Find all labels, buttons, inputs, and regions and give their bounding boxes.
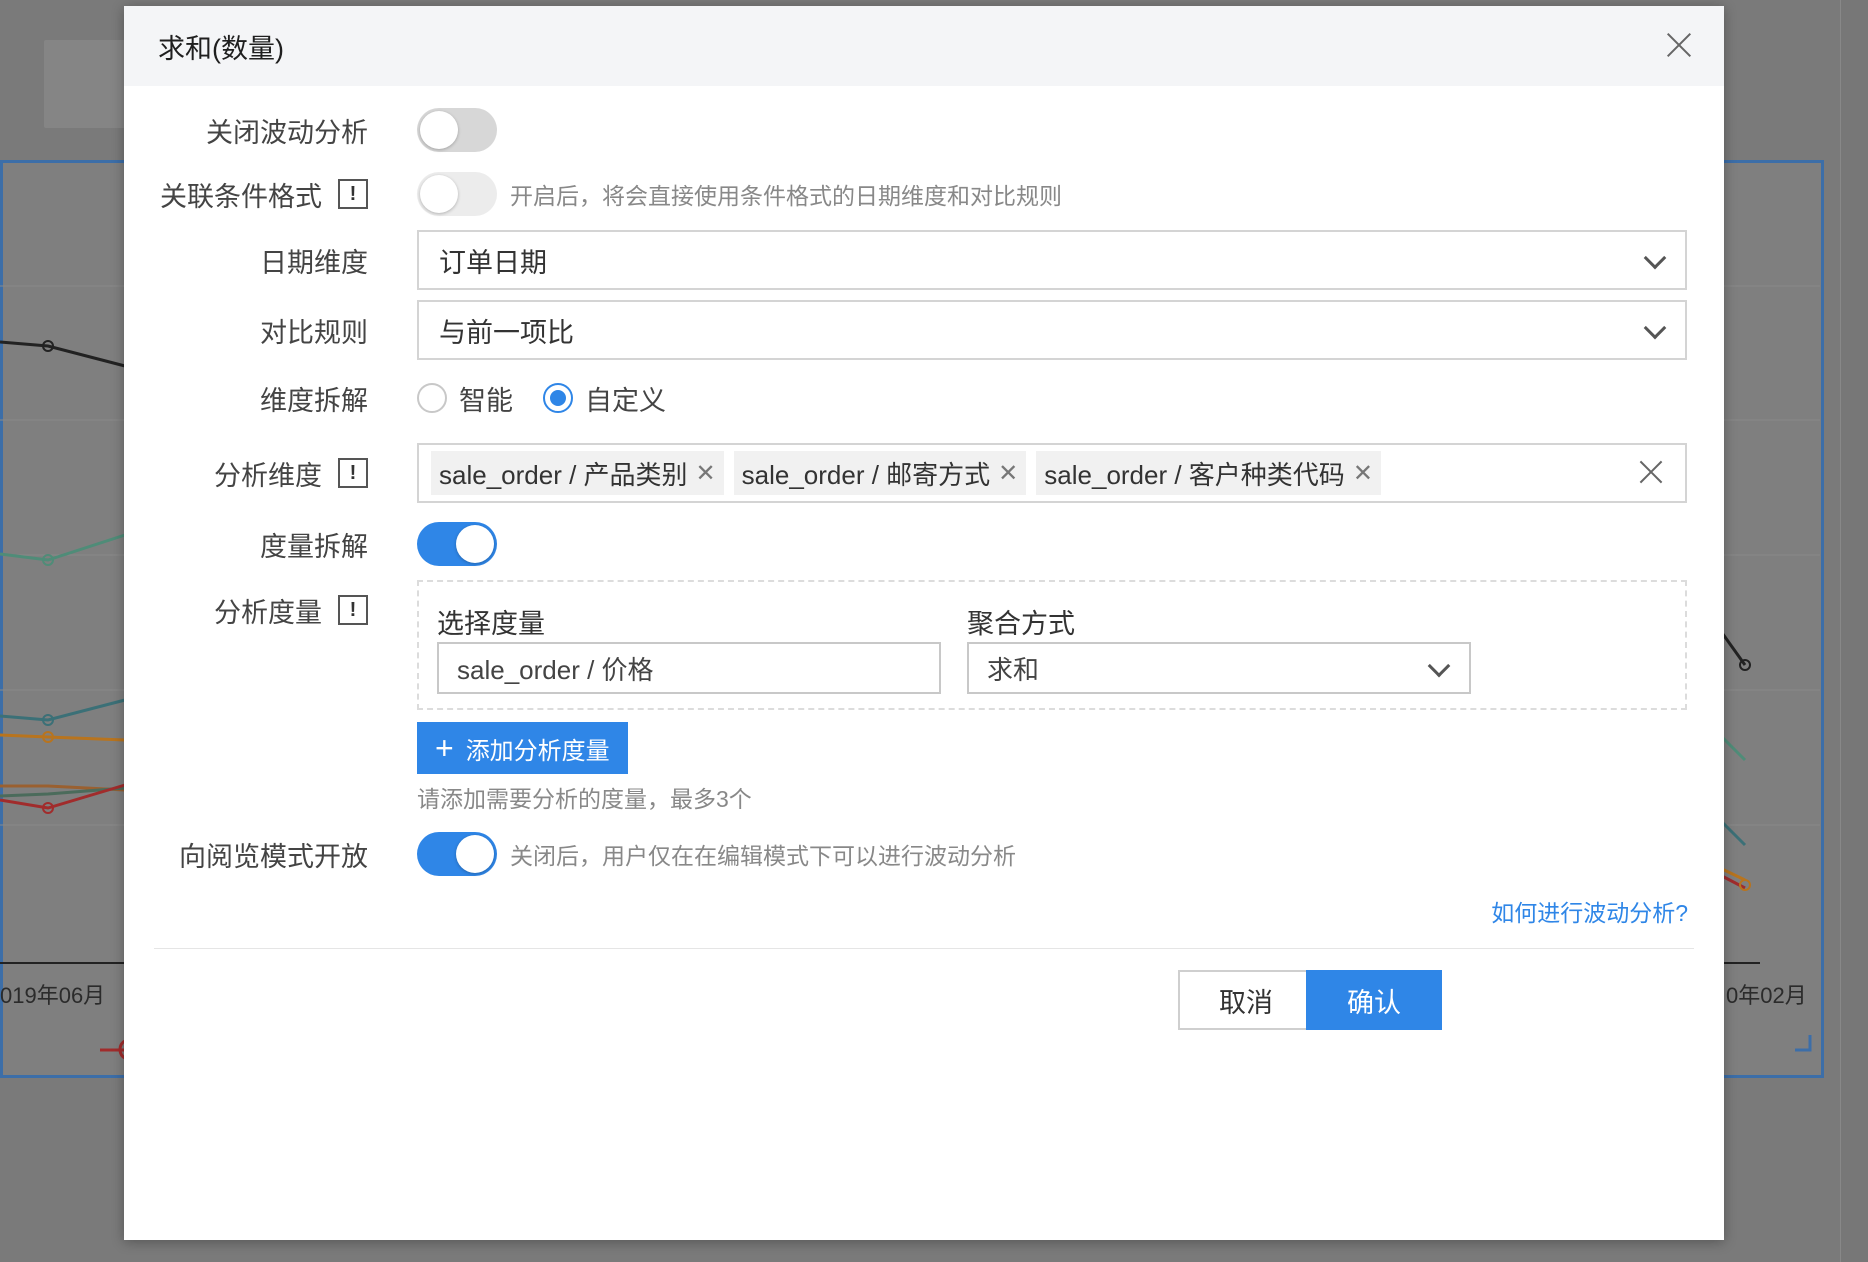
dialog-title: 求和(数量): [158, 33, 284, 64]
toggle-knob: [420, 175, 458, 213]
cancel-button[interactable]: 取消: [1178, 970, 1314, 1030]
link-condition-hint: 开启后，将会直接使用条件格式的日期维度和对比规则: [510, 183, 1062, 209]
chevron-down-icon: [1643, 246, 1667, 270]
aggregation-label: 聚合方式: [967, 609, 1075, 639]
plus-icon: +: [435, 730, 454, 766]
select-measure-label: 选择度量: [437, 609, 545, 639]
toggle-knob: [456, 835, 494, 873]
close-analysis-toggle[interactable]: [417, 108, 497, 152]
link-condition-label-text: 关联条件格式: [160, 181, 322, 212]
confirm-button[interactable]: 确认: [1306, 970, 1442, 1030]
dimension-tag: sale_order / 邮寄方式 ✕: [733, 451, 1027, 495]
date-dimension-value: 订单日期: [439, 247, 547, 278]
row-link-condition: 关联条件格式 ! 开启后，将会直接使用条件格式的日期维度和对比规则: [124, 172, 1724, 216]
compare-rule-select[interactable]: 与前一项比: [417, 300, 1687, 360]
analysis-measure-label-text: 分析度量: [214, 597, 322, 628]
add-measure-button-label: 添加分析度量: [465, 737, 610, 765]
chevron-down-icon: [1643, 316, 1667, 340]
dimension-tag-label: sale_order / 邮寄方式: [741, 459, 991, 490]
compare-rule-label: 对比规则: [260, 317, 368, 348]
open-to-view-toggle[interactable]: [417, 832, 497, 876]
link-condition-label: 关联条件格式 !: [160, 175, 368, 214]
dialog-header: 求和(数量): [124, 6, 1724, 86]
wave-analysis-dialog: 求和(数量) 关闭波动分析 关联条件格式 ! 开启后，将会直接使用条件格式的日期…: [124, 6, 1724, 1240]
row-dim-decompose: 维度拆解 智能 自定义: [124, 376, 1724, 420]
dimension-tag-label: sale_order / 客户种类代码: [1044, 459, 1345, 490]
remove-tag-icon[interactable]: ✕: [696, 459, 716, 488]
row-analysis-dimension: 分析维度 ! sale_order / 产品类别 ✕ sale_order / …: [124, 443, 1724, 503]
add-measure-button[interactable]: + 添加分析度量: [417, 722, 628, 774]
compare-rule-value: 与前一项比: [439, 317, 574, 348]
clear-all-icon[interactable]: [1637, 457, 1665, 487]
date-dimension-select[interactable]: 订单日期: [417, 230, 1687, 290]
dim-decompose-radio-group: 智能 自定义: [417, 379, 666, 418]
measure-hint: 请添加需要分析的度量，最多3个: [417, 786, 752, 812]
toggle-knob: [420, 111, 458, 149]
link-condition-toggle[interactable]: [417, 172, 497, 216]
radio-custom[interactable]: 自定义: [543, 379, 666, 418]
dim-decompose-label: 维度拆解: [260, 385, 368, 416]
open-to-view-label: 向阅览模式开放: [179, 841, 368, 872]
analysis-measure-label: 分析度量 !: [214, 591, 368, 630]
radio-smart[interactable]: 智能: [417, 379, 513, 418]
row-measure-decompose: 度量拆解: [124, 522, 1724, 566]
radio-circle-checked: [543, 383, 573, 413]
measure-config-box: 选择度量 聚合方式 sale_order / 价格 求和: [417, 580, 1687, 710]
measure-decompose-toggle[interactable]: [417, 522, 497, 566]
chevron-down-icon: [1427, 654, 1451, 678]
footer-divider: [154, 948, 1694, 949]
dimension-tag: sale_order / 客户种类代码 ✕: [1036, 451, 1381, 495]
measure-input[interactable]: sale_order / 价格: [437, 642, 941, 694]
measure-decompose-label: 度量拆解: [260, 531, 368, 562]
remove-tag-icon[interactable]: ✕: [1353, 459, 1373, 488]
row-compare-rule: 对比规则 与前一项比: [124, 300, 1724, 360]
info-icon[interactable]: !: [338, 595, 368, 625]
analysis-dimension-multiselect[interactable]: sale_order / 产品类别 ✕ sale_order / 邮寄方式 ✕ …: [417, 443, 1687, 503]
close-icon[interactable]: [1666, 32, 1692, 58]
radio-custom-label: 自定义: [585, 385, 666, 416]
dimension-tag-label: sale_order / 产品类别: [439, 459, 688, 490]
remove-tag-icon[interactable]: ✕: [998, 459, 1018, 488]
analysis-dimension-label-text: 分析维度: [214, 460, 322, 491]
background-x-tick-right: 0年02月: [1726, 983, 1807, 1008]
help-link[interactable]: 如何进行波动分析?: [1491, 894, 1688, 928]
row-date-dimension: 日期维度 订单日期: [124, 230, 1724, 290]
radio-smart-label: 智能: [459, 385, 513, 416]
info-icon[interactable]: !: [338, 179, 368, 209]
toggle-knob: [456, 525, 494, 563]
row-open-to-view: 向阅览模式开放 关闭后，用户仅在在编辑模式下可以进行波动分析: [124, 832, 1724, 876]
aggregation-select[interactable]: 求和: [967, 642, 1471, 694]
analysis-dimension-label: 分析维度 !: [214, 454, 368, 493]
dimension-tag: sale_order / 产品类别 ✕: [431, 451, 724, 495]
open-to-view-hint: 关闭后，用户仅在在编辑模式下可以进行波动分析: [510, 843, 1016, 869]
row-close-analysis: 关闭波动分析: [124, 108, 1724, 152]
close-analysis-label: 关闭波动分析: [206, 117, 368, 148]
radio-circle: [417, 383, 447, 413]
info-icon[interactable]: !: [338, 458, 368, 488]
aggregation-value: 求和: [987, 654, 1040, 685]
background-x-tick-left: 019年06月: [0, 983, 106, 1008]
date-dimension-label: 日期维度: [260, 247, 368, 278]
